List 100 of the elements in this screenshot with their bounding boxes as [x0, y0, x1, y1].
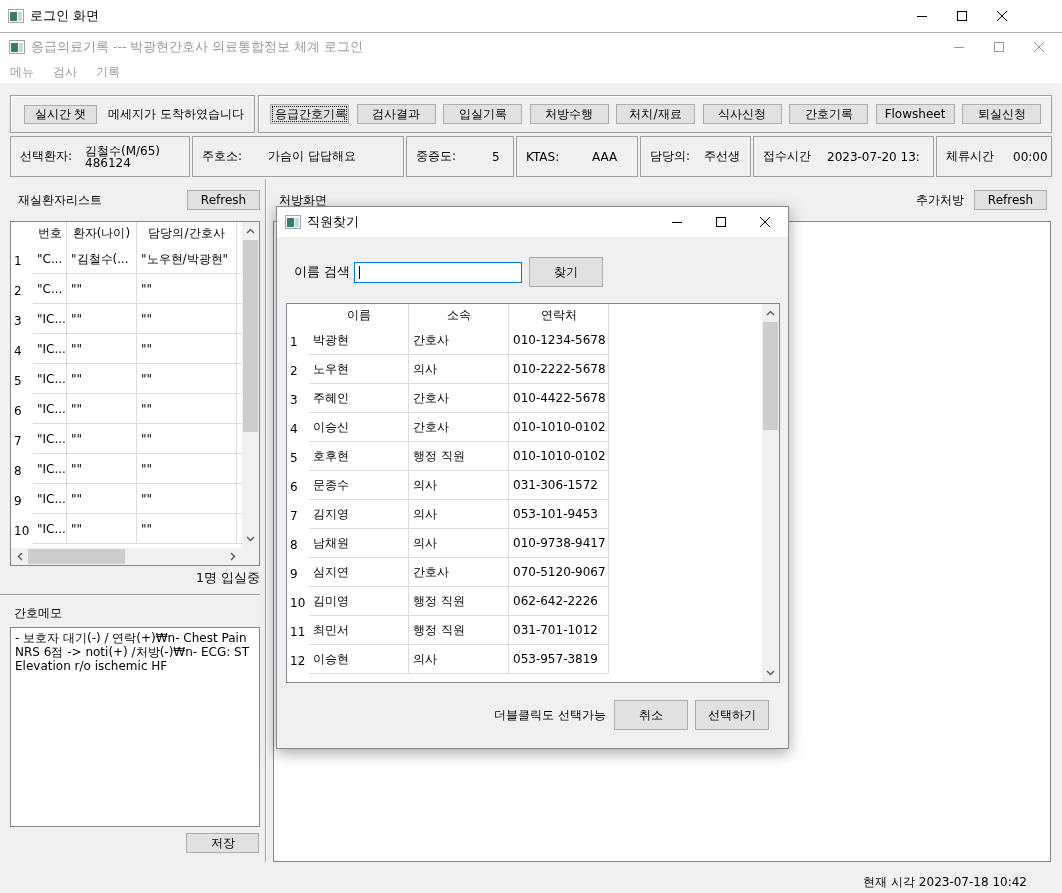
toolbar-button[interactable]: 퇴실신청	[962, 104, 1041, 124]
window-title: 직원찾기	[307, 213, 360, 231]
row-number: 9	[13, 493, 23, 510]
table-cell: 의사	[409, 471, 509, 500]
column-header: 번호	[33, 222, 67, 244]
row-number: 6	[289, 479, 299, 496]
table-cell: 박광현	[309, 326, 409, 355]
search-label: 이름 검색	[294, 263, 350, 281]
scrollbar-thumb[interactable]	[28, 549, 125, 564]
scroll-up-icon[interactable]	[766, 310, 775, 316]
scrollbar-thumb[interactable]	[763, 322, 778, 430]
info-label: 담당의:	[650, 148, 692, 165]
table-cell: ""	[137, 334, 237, 364]
row-number: 5	[13, 373, 23, 390]
info-value: AAA	[592, 149, 618, 164]
extra-label: 추가처방	[916, 191, 964, 209]
table-cell: ""	[67, 424, 137, 454]
table-cell: 행정 직원	[409, 587, 509, 616]
table-cell: ""	[137, 484, 237, 514]
info-value: 5	[492, 149, 500, 164]
window-title: 로그인 화면	[30, 7, 101, 25]
row-number: 2	[13, 283, 23, 300]
table-cell: "IC...	[33, 424, 67, 454]
toolbar-button[interactable]: 간호기록	[789, 104, 868, 124]
table-cell: ""	[67, 454, 137, 484]
table-cell: 김미영	[309, 587, 409, 616]
table-cell: ""	[67, 514, 137, 544]
table-cell: "IC...	[33, 334, 67, 364]
select-button[interactable]: 선택하기	[695, 700, 769, 730]
app-icon	[285, 215, 301, 229]
chat-button[interactable]: 실시간 챗	[24, 104, 97, 124]
toolbar-button[interactable]: 처방수행	[529, 104, 609, 124]
toolbar-button[interactable]: 응급간호기록	[270, 104, 349, 124]
table-cell: ""	[137, 394, 237, 424]
save-button[interactable]: 저장	[186, 833, 259, 853]
scroll-right-icon[interactable]	[230, 552, 236, 561]
cancel-button[interactable]: 취소	[614, 700, 688, 730]
refresh-button[interactable]: Refresh	[187, 190, 260, 210]
table-cell: "IC...	[33, 304, 67, 334]
table-cell: 간호사	[409, 413, 509, 442]
row-number: 8	[289, 537, 299, 554]
row-number: 1	[289, 334, 299, 351]
row-number: 10	[13, 523, 31, 540]
table-cell: "김철수(...	[67, 244, 137, 274]
toolbar-button[interactable]: 입실기록	[443, 104, 522, 124]
vertical-scrollbar[interactable]	[242, 222, 259, 548]
scroll-down-icon[interactable]	[766, 670, 775, 676]
find-button[interactable]: 찾기	[529, 257, 603, 287]
refresh-button[interactable]: Refresh	[974, 190, 1047, 210]
table-cell: 행정 직원	[409, 442, 509, 471]
row-number: 3	[13, 313, 23, 330]
table-cell: "IC...	[33, 514, 67, 544]
info-label: 중증도:	[416, 148, 458, 165]
info-value: 2023-07-20 13:	[827, 149, 920, 164]
horizontal-scrollbar[interactable]	[11, 548, 242, 565]
toolbar-button[interactable]: 식사신청	[702, 104, 782, 124]
table-cell: "IC...	[33, 364, 67, 394]
vertical-scrollbar[interactable]	[762, 304, 779, 682]
row-number: 7	[13, 433, 23, 450]
close-icon[interactable]	[997, 11, 1007, 21]
table-cell: 010-2222-5678	[509, 355, 609, 384]
table-cell: 심지연	[309, 558, 409, 587]
table-cell: 이승현	[309, 645, 409, 674]
close-icon[interactable]	[760, 217, 770, 227]
table-cell: 호후현	[309, 442, 409, 471]
row-number: 8	[13, 463, 23, 480]
table-cell: ""	[67, 274, 137, 304]
table-cell: ""	[137, 304, 237, 334]
table-cell: ""	[67, 364, 137, 394]
info-label: 체류시간	[946, 148, 995, 165]
table-cell: 노우현	[309, 355, 409, 384]
info-label: 접수시간	[763, 148, 812, 165]
row-number: 6	[13, 403, 23, 420]
info-value: 주선생	[704, 148, 740, 165]
table-cell: 간호사	[409, 558, 509, 587]
maximize-icon[interactable]	[957, 11, 967, 21]
toolbar-button[interactable]: 검사결과	[356, 104, 436, 124]
table-cell: 의사	[409, 529, 509, 558]
table-cell: 031-306-1572	[509, 471, 609, 500]
memo-field[interactable]: - 보호자 대기(-) / 연락(+)₩n- Chest Pain NRS 6점 -> noti(+) /처방(-)₩n- ECG: ST Elevation r/o ischemic HF	[10, 627, 260, 827]
hint-text: 더블클릭도 선택가능	[494, 706, 606, 724]
scrollbar-thumb[interactable]	[243, 240, 258, 432]
scroll-left-icon[interactable]	[17, 552, 23, 561]
info-value: 가슴이 답답해요	[268, 148, 356, 165]
maximize-icon[interactable]	[716, 217, 726, 227]
table-cell: "C...	[33, 244, 67, 274]
table-cell: "IC...	[33, 484, 67, 514]
patient-count: 1명 입실중	[195, 570, 260, 586]
search-field[interactable]	[354, 261, 522, 283]
table-cell: ""	[137, 454, 237, 484]
toolbar-button[interactable]: Flowsheet	[875, 104, 955, 124]
table-cell: ""	[67, 304, 137, 334]
info-label: 선택환자:	[20, 148, 74, 165]
table-cell: ""	[137, 424, 237, 454]
table-cell: 053-957-3819	[509, 645, 609, 674]
toolbar-button[interactable]: 처치/재료	[616, 104, 695, 124]
table-cell: 의사	[409, 500, 509, 529]
scroll-up-icon[interactable]	[246, 228, 255, 234]
table-cell: 070-5120-9067	[509, 558, 609, 587]
scroll-down-icon[interactable]	[246, 536, 255, 542]
